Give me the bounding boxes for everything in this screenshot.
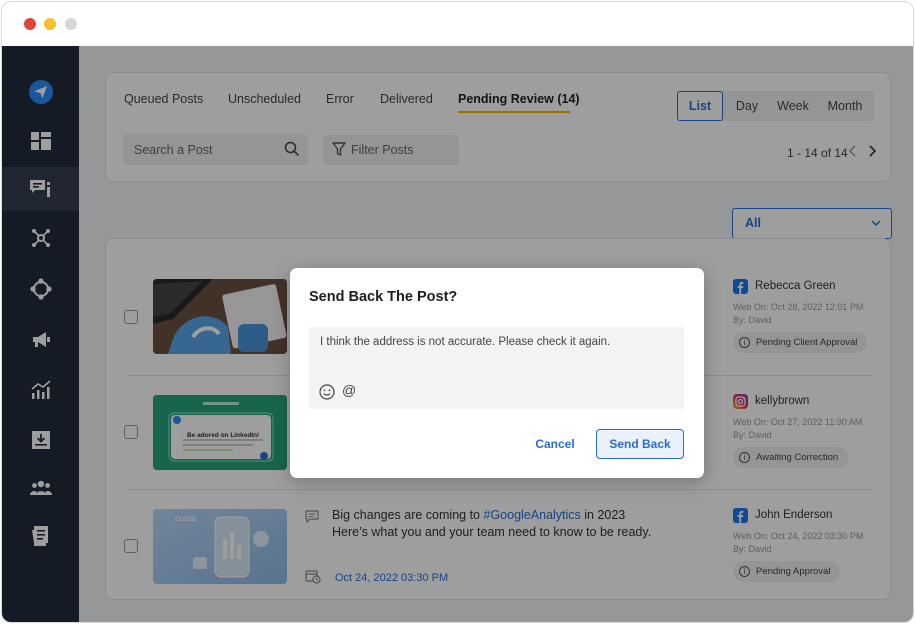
send-back-message-field[interactable]: I think the address is not accurate. Ple… bbox=[309, 327, 684, 409]
send-back-message-text: I think the address is not accurate. Ple… bbox=[320, 336, 611, 348]
close-window-button[interactable] bbox=[24, 18, 36, 30]
maximize-window-button[interactable] bbox=[65, 18, 77, 30]
send-back-button[interactable]: Send Back bbox=[596, 429, 684, 459]
send-back-dialog: Send Back The Post? I think the address … bbox=[290, 268, 704, 478]
dialog-title: Send Back The Post? bbox=[309, 289, 458, 305]
minimize-window-button[interactable] bbox=[44, 18, 56, 30]
mention-icon[interactable]: @ bbox=[342, 382, 356, 398]
cancel-button[interactable]: Cancel bbox=[528, 429, 582, 459]
title-bar bbox=[2, 2, 913, 46]
emoji-icon[interactable] bbox=[319, 384, 335, 400]
